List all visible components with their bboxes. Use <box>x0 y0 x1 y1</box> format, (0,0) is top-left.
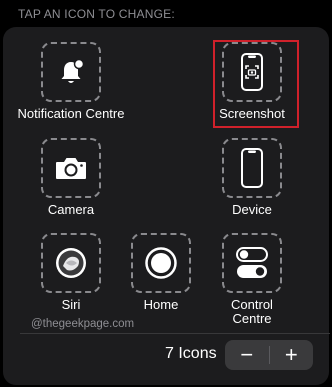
tile-label: Screenshot <box>219 106 285 121</box>
tile-label: Camera <box>47 202 95 217</box>
tile-frame[interactable] <box>222 42 282 102</box>
tile-camera[interactable]: Camera <box>26 138 116 217</box>
tile-label: Notification Centre <box>17 106 125 121</box>
tile-frame[interactable] <box>222 233 282 293</box>
tile-frame[interactable] <box>131 233 191 293</box>
tile-screenshot[interactable]: Screenshot <box>207 42 297 121</box>
siri-icon <box>54 246 88 280</box>
iphone-icon <box>239 147 265 189</box>
camera-icon <box>54 155 88 181</box>
icon-count: 7 Icons <box>165 345 217 362</box>
tile-notification-centre[interactable]: Notification Centre <box>18 42 124 121</box>
tile-siri[interactable]: Siri <box>26 233 116 312</box>
decrement-button[interactable]: − <box>225 340 269 370</box>
screenshot-phone-icon <box>237 52 267 92</box>
icon-count-stepper[interactable]: − + <box>225 340 313 370</box>
tile-device[interactable]: Device <box>207 138 297 217</box>
tile-frame[interactable] <box>41 138 101 198</box>
assistivetouch-customize-screen: TAP AN ICON TO CHANGE: Notification Cent… <box>0 0 332 387</box>
watermark: @thegeekpage.com <box>31 318 135 330</box>
section-header: TAP AN ICON TO CHANGE: <box>18 7 175 21</box>
tile-label: Siri <box>61 297 81 312</box>
divider <box>20 333 330 334</box>
toggles-icon <box>236 246 268 280</box>
tile-frame[interactable] <box>222 138 282 198</box>
tile-label: Device <box>232 202 272 217</box>
tile-label: Control Centre <box>231 297 273 326</box>
bell-badge-icon <box>56 57 86 87</box>
tile-control-centre[interactable]: Control Centre <box>207 233 297 326</box>
home-button-icon <box>144 246 178 280</box>
tile-label: Home <box>143 297 179 312</box>
tile-frame[interactable] <box>41 233 101 293</box>
tile-home[interactable]: Home <box>116 233 206 312</box>
increment-button[interactable]: + <box>270 340 314 370</box>
tile-frame[interactable] <box>41 42 101 102</box>
